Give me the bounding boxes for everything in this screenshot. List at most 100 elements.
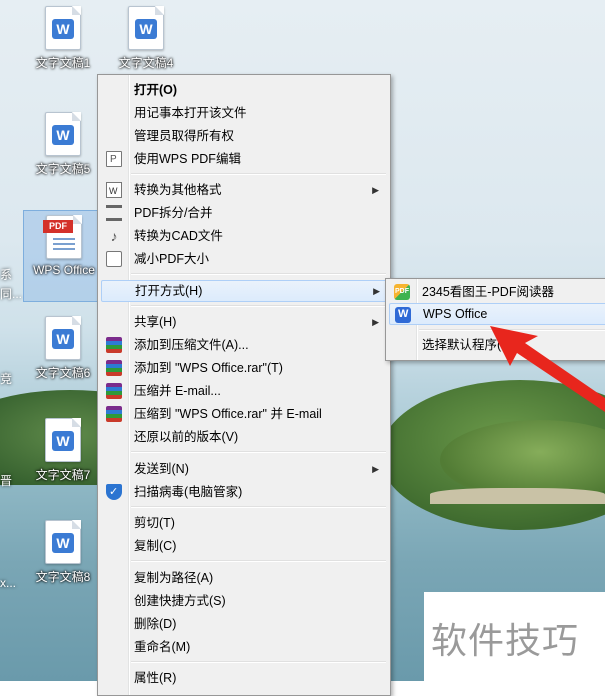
menu-item-label: 剪切(T) bbox=[134, 516, 175, 530]
menu-item-copy-as-path[interactable]: 复制为路径(A) bbox=[101, 567, 387, 589]
submenu-item-label: WPS Office bbox=[423, 307, 488, 321]
menu-item-label: 删除(D) bbox=[134, 617, 177, 631]
desktop-icon-label: 文字文稿7 bbox=[35, 468, 91, 482]
menu-item-label: 扫描病毒(电脑管家) bbox=[134, 485, 243, 499]
menu-item-shrink-pdf[interactable]: 减小PDF大小 bbox=[101, 248, 387, 270]
offscreen-label: 竞 bbox=[0, 372, 13, 386]
menu-separator bbox=[131, 661, 386, 663]
menu-separator bbox=[131, 451, 386, 453]
menu-separator bbox=[131, 173, 386, 175]
menu-item-label: 打开方式(H) bbox=[135, 284, 203, 298]
menu-item-add-to-archive[interactable]: 添加到压缩文件(A)... bbox=[101, 334, 387, 356]
watermark-text: 软件技巧 bbox=[431, 620, 580, 661]
menu-item-label: 还原以前的版本(V) bbox=[134, 430, 239, 444]
context-menu: 打开(O) 用记事本打开该文件 管理员取得所有权 使用WPS PDF编辑 转换为… bbox=[97, 74, 391, 696]
submenu-arrow-icon: ▶ bbox=[372, 317, 379, 327]
offscreen-label: 系 bbox=[0, 268, 13, 282]
submenu-item-wps-office[interactable]: WPS Office bbox=[389, 303, 605, 325]
menu-item-cut[interactable]: 剪切(T) bbox=[101, 512, 387, 534]
winrar-icon bbox=[106, 360, 122, 376]
2345-viewer-icon: PDF bbox=[394, 284, 410, 300]
offscreen-label: 同... bbox=[0, 287, 23, 301]
submenu-arrow-icon: ▶ bbox=[372, 185, 379, 195]
menu-item-copy[interactable]: 复制(C) bbox=[101, 535, 387, 557]
desktop-icon-doc5[interactable]: W 文字文稿5 bbox=[23, 112, 103, 177]
desktop-icon-label: 文字文稿4 bbox=[118, 56, 174, 70]
menu-item-label: 打开(O) bbox=[134, 83, 178, 97]
menu-item-convert-cad[interactable]: ♪ 转换为CAD文件 bbox=[101, 225, 387, 247]
menu-item-label: 转换为CAD文件 bbox=[134, 229, 223, 243]
convert-icon bbox=[106, 180, 122, 202]
desktop-icon-doc4[interactable]: W 文字文稿4 bbox=[106, 6, 186, 71]
menu-item-restore-versions[interactable]: 还原以前的版本(V) bbox=[101, 426, 387, 448]
menu-item-pdf-split-merge[interactable]: PDF拆分/合并 bbox=[101, 202, 387, 224]
winrar-icon bbox=[106, 337, 122, 353]
winrar-icon bbox=[106, 383, 122, 399]
desktop-icon-doc7[interactable]: W 文字文稿7 bbox=[23, 418, 103, 483]
menu-item-open-with[interactable]: 打开方式(H) ▶ bbox=[101, 280, 389, 302]
menu-item-open[interactable]: 打开(O) bbox=[101, 79, 387, 101]
desktop-icon-label: 文字文稿1 bbox=[35, 56, 91, 70]
pdf-edit-icon bbox=[106, 149, 122, 171]
wps-icon bbox=[395, 304, 411, 324]
word-doc-icon: W bbox=[45, 316, 81, 360]
desktop-icon-label: WPS Office bbox=[33, 263, 95, 277]
menu-item-send-to[interactable]: 发送到(N) ▶ bbox=[101, 458, 387, 480]
submenu-item-label: 选择默认程序(C)... bbox=[422, 338, 525, 352]
wallpaper-shore bbox=[430, 488, 605, 504]
menu-item-virus-scan[interactable]: 扫描病毒(电脑管家) bbox=[101, 481, 387, 503]
word-doc-icon: W bbox=[45, 520, 81, 564]
menu-item-wps-pdf-edit[interactable]: 使用WPS PDF编辑 bbox=[101, 148, 387, 171]
open-with-submenu: PDF 2345看图王-PDF阅读器 WPS Office 选择默认程序(C).… bbox=[385, 278, 605, 361]
menu-item-label: 属性(R) bbox=[134, 671, 177, 685]
desktop-icon-wps-office[interactable]: PDF WPS Office bbox=[23, 210, 105, 302]
shrink-pdf-icon bbox=[106, 251, 122, 267]
menu-item-label: 共享(H) bbox=[134, 315, 177, 329]
menu-item-label: 创建快捷方式(S) bbox=[134, 594, 226, 608]
menu-item-compress-email[interactable]: 压缩并 E-mail... bbox=[101, 380, 387, 402]
menu-item-create-shortcut[interactable]: 创建快捷方式(S) bbox=[101, 590, 387, 612]
menu-item-compress-rar-email[interactable]: 压缩到 "WPS Office.rar" 并 E-mail bbox=[101, 403, 387, 425]
cad-icon: ♪ bbox=[110, 228, 118, 244]
menu-item-rename[interactable]: 重命名(M) bbox=[101, 636, 387, 658]
menu-item-label: 用记事本打开该文件 bbox=[134, 106, 247, 120]
menu-item-label: 管理员取得所有权 bbox=[134, 129, 235, 143]
menu-separator bbox=[131, 506, 386, 508]
shield-icon bbox=[106, 481, 122, 503]
menu-item-label: 压缩并 E-mail... bbox=[134, 384, 221, 398]
menu-item-properties[interactable]: 属性(R) bbox=[101, 667, 387, 689]
word-doc-icon: W bbox=[45, 418, 81, 462]
menu-item-label: 复制为路径(A) bbox=[134, 571, 214, 585]
watermark: 软件技巧 bbox=[424, 592, 605, 681]
desktop-icon-doc8[interactable]: W 文字文稿8 bbox=[23, 520, 103, 585]
menu-item-label: 重命名(M) bbox=[134, 640, 191, 654]
menu-item-label: 发送到(N) bbox=[134, 462, 189, 476]
menu-separator bbox=[131, 560, 386, 562]
menu-item-label: PDF拆分/合并 bbox=[134, 206, 213, 220]
menu-item-label: 添加到压缩文件(A)... bbox=[134, 338, 249, 352]
word-doc-icon: W bbox=[45, 6, 81, 50]
offscreen-label: x... bbox=[0, 576, 17, 590]
submenu-item-choose-default[interactable]: 选择默认程序(C)... bbox=[389, 334, 605, 356]
submenu-item-2345-viewer[interactable]: PDF 2345看图王-PDF阅读器 bbox=[389, 281, 605, 303]
word-doc-icon: W bbox=[128, 6, 164, 50]
winrar-icon bbox=[106, 406, 122, 422]
submenu-item-label: 2345看图王-PDF阅读器 bbox=[422, 285, 554, 299]
menu-item-share[interactable]: 共享(H) ▶ bbox=[101, 311, 387, 333]
menu-item-take-ownership[interactable]: 管理员取得所有权 bbox=[101, 125, 387, 147]
menu-item-label: 压缩到 "WPS Office.rar" 并 E-mail bbox=[134, 407, 322, 421]
menu-item-delete[interactable]: 删除(D) bbox=[101, 613, 387, 635]
menu-item-convert-format[interactable]: 转换为其他格式 ▶ bbox=[101, 179, 387, 202]
desktop-icon-label: 文字文稿6 bbox=[35, 366, 91, 380]
menu-item-label: 转换为其他格式 bbox=[134, 183, 222, 197]
desktop-icon-doc1[interactable]: W 文字文稿1 bbox=[23, 6, 103, 71]
split-merge-icon bbox=[106, 205, 122, 221]
pdf-file-icon: PDF bbox=[43, 215, 82, 259]
menu-separator bbox=[131, 273, 386, 275]
menu-item-label: 使用WPS PDF编辑 bbox=[134, 152, 241, 166]
desktop-icon-label: 文字文稿8 bbox=[35, 570, 91, 584]
menu-item-add-to-rar[interactable]: 添加到 "WPS Office.rar"(T) bbox=[101, 357, 387, 379]
desktop-icon-doc6[interactable]: W 文字文稿6 bbox=[23, 316, 103, 381]
menu-item-open-notepad[interactable]: 用记事本打开该文件 bbox=[101, 102, 387, 124]
menu-separator bbox=[131, 305, 386, 307]
